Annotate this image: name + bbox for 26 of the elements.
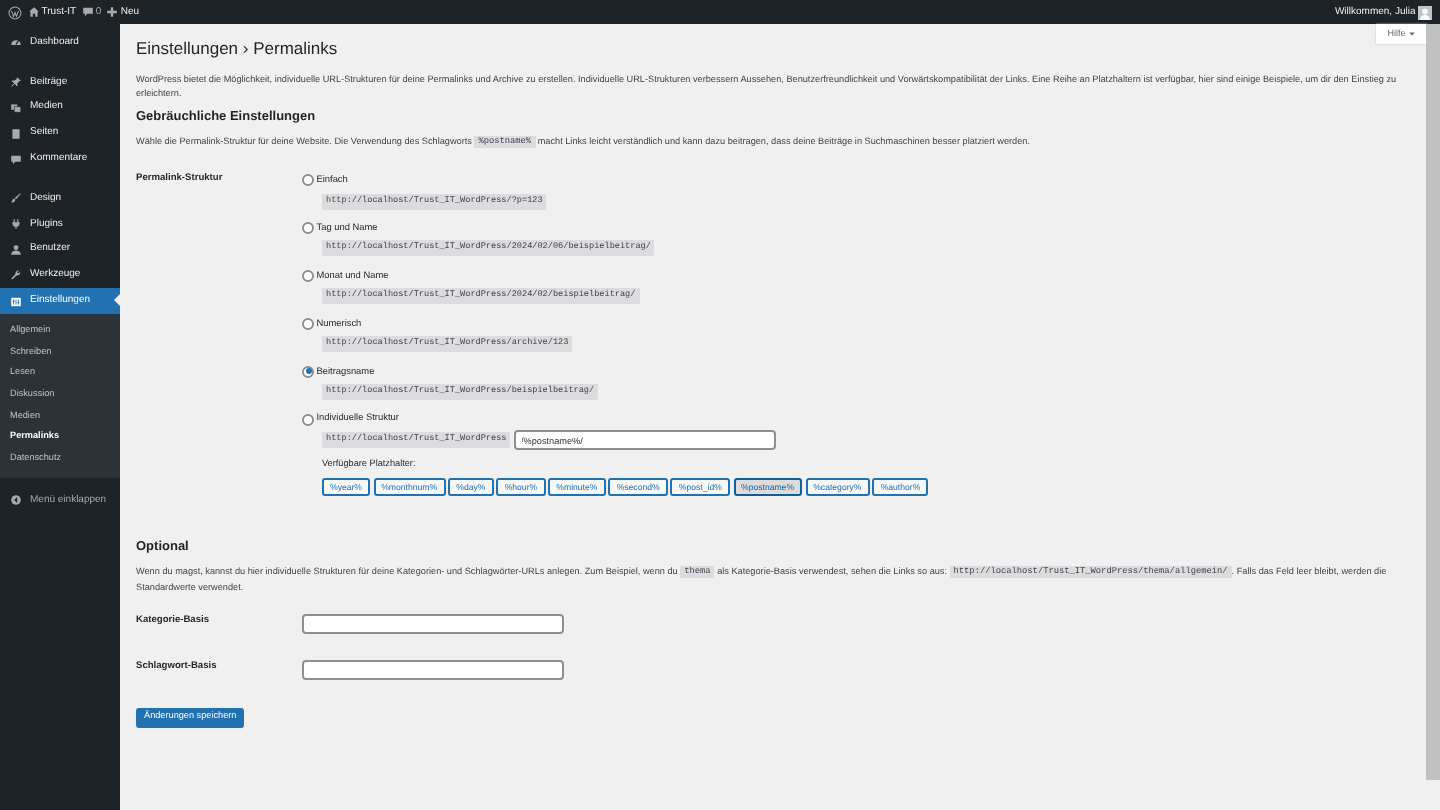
avatar-icon — [1418, 5, 1432, 19]
radio-button[interactable] — [302, 174, 314, 187]
page-icon — [10, 127, 22, 140]
radio-button[interactable] — [302, 270, 314, 283]
radio-button[interactable] — [302, 222, 314, 235]
radio-button[interactable] — [302, 317, 314, 330]
media-icon — [10, 101, 22, 114]
radio-button[interactable] — [302, 365, 314, 378]
collapse-icon — [10, 494, 22, 507]
page-title: Einstellungen › Permalinks — [136, 38, 340, 59]
speech-bubble-icon — [81, 6, 94, 18]
gauge-icon — [10, 36, 22, 49]
sliders-icon — [10, 295, 22, 308]
plus-icon — [106, 6, 119, 18]
house-icon — [27, 6, 39, 18]
wrench-icon — [10, 269, 22, 282]
logo-icon — [8, 5, 22, 19]
brush-icon — [10, 192, 22, 205]
plug-icon — [10, 218, 22, 231]
radio-button[interactable] — [302, 413, 314, 426]
pushpin-icon — [10, 76, 22, 89]
speech-bubble-icon — [10, 153, 22, 166]
person-icon — [10, 243, 22, 256]
text-field[interactable] — [302, 613, 564, 634]
scrollbar[interactable] — [1426, 24, 1440, 780]
text-field[interactable] — [302, 659, 564, 680]
